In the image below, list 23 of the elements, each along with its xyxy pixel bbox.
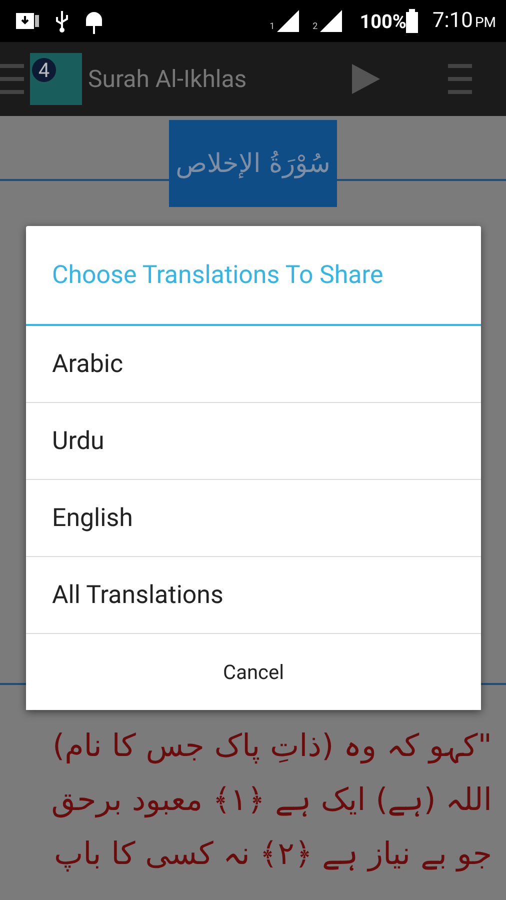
app-title: Surah Al-Ikhlas — [88, 65, 248, 93]
download-icon — [16, 11, 40, 31]
sim-label: 2 — [312, 23, 318, 32]
battery-percent: 100% — [360, 10, 406, 32]
logo-badge: 4 — [32, 58, 56, 82]
surah-heading: سُوْرَةُ الإخلاص — [169, 120, 337, 207]
sim-label: 1 — [270, 23, 275, 32]
dialog-option[interactable]: Urdu — [26, 403, 481, 480]
dialog-option[interactable]: Arabic — [26, 326, 481, 403]
clock-time: 7:10 — [432, 9, 473, 33]
dialog-option[interactable]: English — [26, 480, 481, 557]
play-icon[interactable] — [352, 64, 380, 94]
cancel-button[interactable]: Cancel — [26, 634, 481, 710]
signal-icon — [276, 10, 299, 32]
app-logo[interactable]: 4 — [30, 53, 82, 105]
signal-icon — [320, 10, 342, 32]
usb-icon — [54, 9, 70, 33]
dialog-title: Choose Translations To Share — [26, 226, 481, 326]
translation-line: "کہو کہ وہ (ذاتِ پاک جس کا نام) — [51, 727, 492, 766]
battery-icon — [406, 9, 418, 33]
translation-line: جو بے نیاز ہے ﴿۲﴾ نہ کسی کا باپ — [52, 835, 492, 874]
translation-line: اللہ (ہے) ایک ہے ﴿۱﴾ معبود برحق — [50, 781, 492, 820]
clock-meridiem: PM — [474, 15, 496, 31]
